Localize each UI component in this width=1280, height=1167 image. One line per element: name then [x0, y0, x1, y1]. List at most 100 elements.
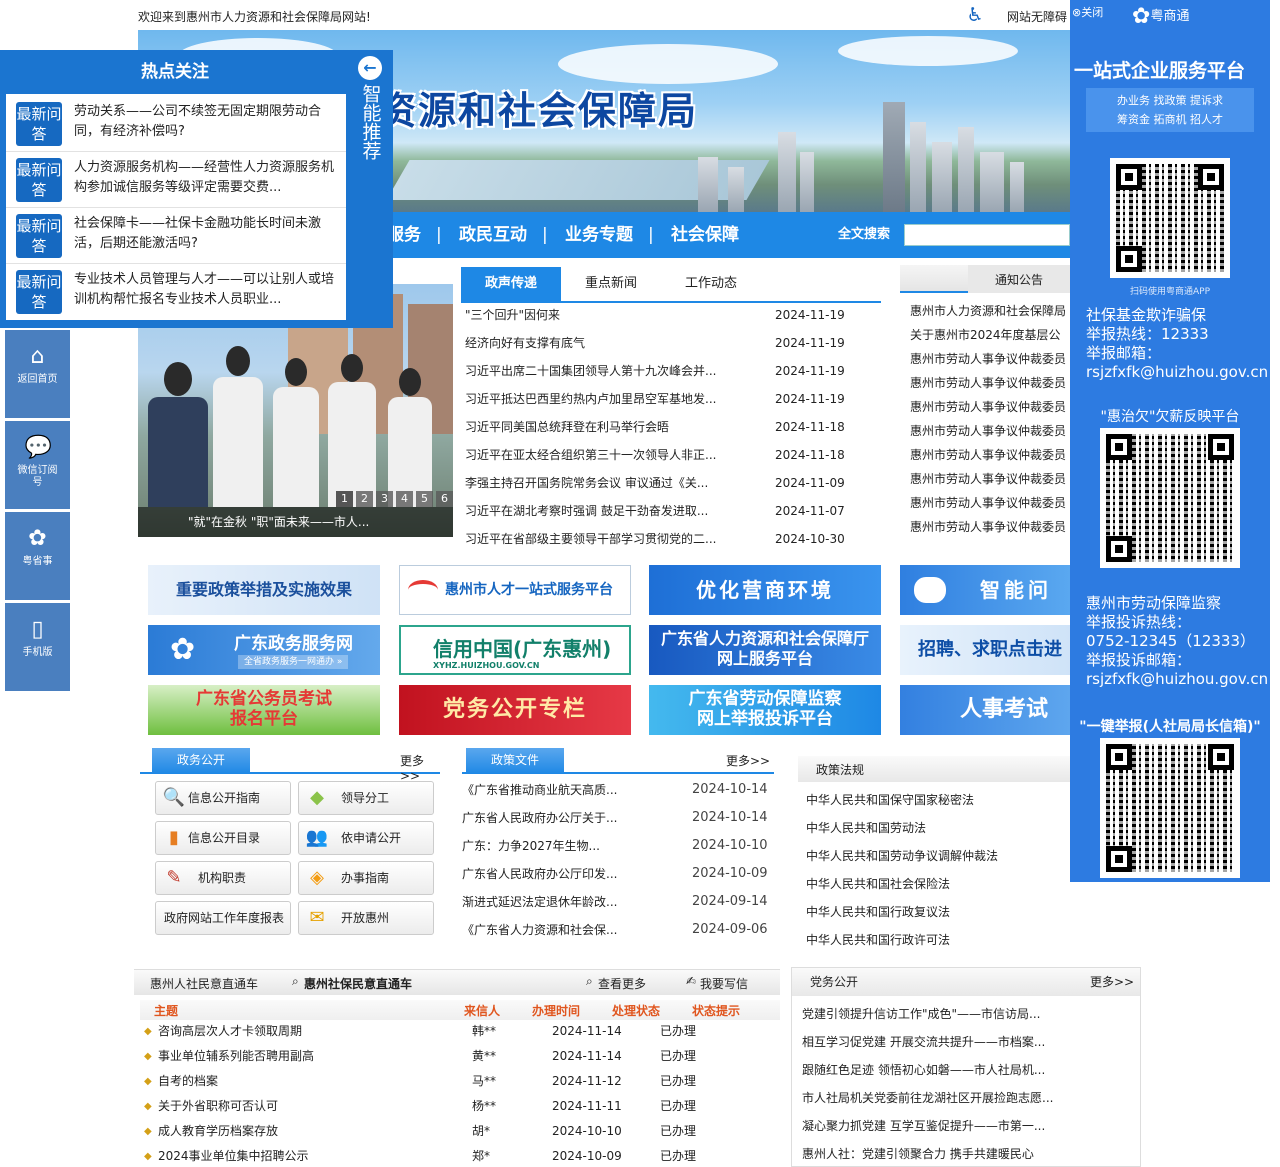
wechat-button[interactable]: 💬 微信订阅号 — [5, 421, 70, 509]
gov-open-more-link[interactable]: 更多>> — [400, 752, 440, 783]
list-item[interactable]: 《广东省推动商业航天高质... 2024-10-14 — [462, 776, 774, 804]
service-guide-button[interactable]: ◈ 办事指南 — [298, 861, 434, 895]
accessibility-link[interactable]: 网站无障碍 — [1007, 8, 1069, 25]
slide-dot[interactable]: 4 — [396, 491, 413, 507]
party-more-link[interactable]: 更多>> — [1090, 968, 1134, 996]
promo-gd-hrss-online[interactable]: 广东省人力资源和社会保障厅 网上服务平台 — [649, 625, 881, 675]
yueshengshi-button[interactable]: ✿ 粤省事 — [5, 512, 70, 600]
list-item[interactable]: 惠州市劳动人事争议仲裁委员 — [910, 371, 1070, 395]
tab-notice[interactable]: 通知公告 — [968, 265, 1070, 293]
list-item[interactable]: 习近平在湖北考察时强调 鼓足干劲奋发进取... 2024-11-07 — [465, 497, 877, 525]
list-item[interactable]: 中华人民共和国劳动法 — [806, 814, 1066, 842]
list-item[interactable]: 最新问答 劳动关系——公司不续签无固定期限劳动合同，有经济补偿吗? — [6, 96, 346, 152]
leader-division-button[interactable]: ◆ 领导分工 — [298, 781, 434, 815]
slideshow-caption[interactable]: "就"在金秋 "职"面未来——市人... — [138, 507, 453, 537]
home-button[interactable]: ⌂ 返回首页 — [5, 330, 70, 418]
list-item[interactable]: 惠州人社：党建引领聚合力 携手共建暖民心 — [802, 1140, 1132, 1167]
smart-recommend-toggle[interactable]: ← 智能推荐 — [350, 54, 390, 324]
table-row[interactable]: ◆ 咨询高层次人才卡领取周期 韩** 2024-11-14 已办理 — [144, 1019, 780, 1044]
list-item[interactable]: 惠州市人力资源和社会保障局 — [910, 299, 1070, 323]
list-item[interactable]: "三个回升"因何来 2024-11-19 — [465, 301, 877, 329]
tab-policy-docs[interactable]: 政策文件 — [466, 748, 564, 774]
list-item[interactable]: 凝心聚力抓党建 互学互鉴促提升——市第一... — [802, 1112, 1132, 1140]
list-item[interactable]: 习近平出席二十国集团领导人第十九次峰会并... 2024-11-19 — [465, 357, 877, 385]
promo-party-affairs[interactable]: 党务公开专栏 — [399, 685, 631, 735]
nav-item-interaction[interactable]: 政民互动 — [459, 212, 527, 258]
list-item[interactable]: 惠州市劳动人事争议仲裁委员 — [910, 491, 1070, 515]
list-item[interactable]: 惠州市劳动人事争议仲裁委员 — [910, 515, 1070, 539]
table-row[interactable]: ◆ 成人教育学历档案存放 胡* 2024-10-10 已办理 — [144, 1119, 780, 1144]
promo-business-env[interactable]: 优化营商环境 — [649, 565, 881, 615]
tab-key-news[interactable]: 重点新闻 — [571, 267, 651, 301]
tab-work-news[interactable]: 工作动态 — [671, 267, 751, 301]
list-item[interactable]: 习近平在省部级主要领导干部学习贯彻党的二... 2024-10-30 — [465, 525, 877, 553]
promo-credit-china[interactable]: 信用中国(广东惠州) XYHZ.HUIZHOU.GOV.CN — [399, 625, 631, 675]
list-item[interactable]: 广东省人民政府办公厅关于... 2024-10-14 — [462, 804, 774, 832]
promo-gd-gov-service[interactable]: ✿ 广东政务服务网 全省政务服务一网通办 » — [148, 625, 380, 675]
promo-smart-qa[interactable]: 智能问 — [900, 565, 1070, 615]
policy-more-link[interactable]: 更多>> — [726, 752, 770, 769]
write-letter-link[interactable]: 我要写信 — [700, 975, 748, 992]
list-item[interactable]: 市人社局机关党委前往龙湖社区开展捡跑志愿... — [802, 1084, 1132, 1112]
promo-policy-effect[interactable]: 重要政策举措及实施效果 — [148, 565, 380, 615]
list-item[interactable]: 李强主持召开国务院常务会议 审议通过《关... 2024-11-09 — [465, 469, 877, 497]
list-item[interactable]: 最新问答 人力资源服务机构——经营性人力资源服务机构参加诚信服务等级评定需要交费.… — [6, 152, 346, 208]
tab-hrss-mailbox[interactable]: 惠州人社民意直通车 — [150, 975, 258, 992]
list-item[interactable]: 中华人民共和国行政许可法 — [806, 926, 1066, 954]
search-icon: ⌕ — [292, 974, 299, 988]
list-item[interactable]: 中华人民共和国行政复议法 — [806, 898, 1066, 926]
list-item[interactable]: 习近平同美国总统拜登在利马举行会晤 2024-11-18 — [465, 413, 877, 441]
list-item[interactable]: 《广东省人力资源和社会保... 2024-09-06 — [462, 916, 774, 944]
list-item[interactable]: 惠州市劳动人事争议仲裁委员 — [910, 419, 1070, 443]
org-duties-button[interactable]: ✎ 机构职责 — [155, 861, 291, 895]
list-item[interactable]: 惠州市劳动人事争议仲裁委员 — [910, 467, 1070, 491]
list-item[interactable]: 最新问答 专业技术人员管理与人才——可以让别人或培训机构帮忙报名专业技术人员职业.… — [6, 264, 346, 320]
list-item[interactable]: 中华人民共和国社会保险法 — [806, 870, 1066, 898]
tab-policy-voice[interactable]: 政声传递 — [461, 267, 561, 301]
table-row[interactable]: ◆ 自考的档案 马** 2024-11-12 已办理 — [144, 1069, 780, 1094]
table-row[interactable]: ◆ 关于外省职称可否认可 杨** 2024-11-11 已办理 — [144, 1094, 780, 1119]
list-item[interactable]: 惠州市劳动人事争议仲裁委员 — [910, 443, 1070, 467]
info-guide-button[interactable]: 🔍 信息公开指南 — [155, 781, 291, 815]
list-item[interactable]: 关于惠州市2024年度基层公 — [910, 323, 1070, 347]
slide-dot[interactable]: 1 — [336, 491, 353, 507]
open-huizhou-button[interactable]: ✉ 开放惠州 — [298, 901, 434, 935]
tab-social-mailbox[interactable]: 惠州社保民意直通车 — [304, 975, 412, 992]
promo-labor-supervision[interactable]: 广东省劳动保障监察 网上举报投诉平台 — [649, 685, 881, 735]
list-item[interactable]: 党建引领提升信访工作"成色"——市信访局... — [802, 1000, 1132, 1028]
list-item[interactable]: 最新问答 社会保障卡——社保卡金融功能长时间未激活，后期还能激活吗? — [6, 208, 346, 264]
slide-dot[interactable]: 6 — [436, 491, 453, 507]
list-item[interactable]: 惠州市劳动人事争议仲裁委员 — [910, 347, 1070, 371]
list-item[interactable]: 广东省人民政府办公厅印发... 2024-10-09 — [462, 860, 774, 888]
list-item[interactable]: 渐进式延迟法定退休年龄改... 2024-09-14 — [462, 888, 774, 916]
close-button[interactable]: ⊗关闭 — [1072, 4, 1103, 20]
list-item[interactable]: 习近平抵达巴西里约热内卢加里昂空军基地发... 2024-11-19 — [465, 385, 877, 413]
slide-dot[interactable]: 2 — [356, 491, 373, 507]
list-item[interactable]: 中华人民共和国保守国家秘密法 — [806, 786, 1066, 814]
search-input[interactable] — [904, 224, 1070, 246]
table-row[interactable]: ◆ 2024事业单位集中招聘公示 郑* 2024-10-09 已办理 — [144, 1144, 780, 1167]
list-item[interactable]: 经济向好有支撑有底气 2024-11-19 — [465, 329, 877, 357]
list-item[interactable]: 惠州市劳动人事争议仲裁委员 — [910, 395, 1070, 419]
list-item[interactable]: 中华人民共和国劳动争议调解仲裁法 — [806, 842, 1066, 870]
list-item[interactable]: 相互学习促党建 开展交流共提升——市档案... — [802, 1028, 1132, 1056]
slide-dot[interactable]: 3 — [376, 491, 393, 507]
mobile-button[interactable]: ▯ 手机版 — [5, 603, 70, 691]
promo-personnel-exam[interactable]: 人事考试 — [900, 685, 1070, 735]
nav-item-social-security[interactable]: 社会保障 — [671, 212, 739, 258]
annual-report-button[interactable]: 政府网站工作年度报表 — [155, 901, 291, 935]
list-item[interactable]: 跟随红色足迹 领悟初心如磐——市人社局机... — [802, 1056, 1132, 1084]
table-row[interactable]: ◆ 事业单位辅系列能否聘用副高 黄** 2024-11-14 已办理 — [144, 1044, 780, 1069]
tab-gov-open[interactable]: 政务公开 — [152, 748, 250, 774]
slide-dot[interactable]: 5 — [416, 491, 433, 507]
apply-disclosure-button[interactable]: 👥 依申请公开 — [298, 821, 434, 855]
nav-item-topics[interactable]: 业务专题 — [565, 212, 633, 258]
promo-job-seeking[interactable]: 招聘、求职点击进 — [900, 625, 1070, 675]
promo-civil-exam[interactable]: 广东省公务员考试 报名平台 — [148, 685, 380, 735]
accessibility-icon[interactable]: ♿ — [964, 4, 986, 26]
promo-talent-platform[interactable]: 惠州市人才一站式服务平台 — [399, 565, 631, 615]
view-more-link[interactable]: 查看更多 — [598, 975, 646, 992]
list-item[interactable]: 习近平在亚太经合组织第三十一次领导人非正... 2024-11-18 — [465, 441, 877, 469]
info-catalog-button[interactable]: ▮ 信息公开目录 — [155, 821, 291, 855]
list-item[interactable]: 广东：力争2027年生物... 2024-10-10 — [462, 832, 774, 860]
